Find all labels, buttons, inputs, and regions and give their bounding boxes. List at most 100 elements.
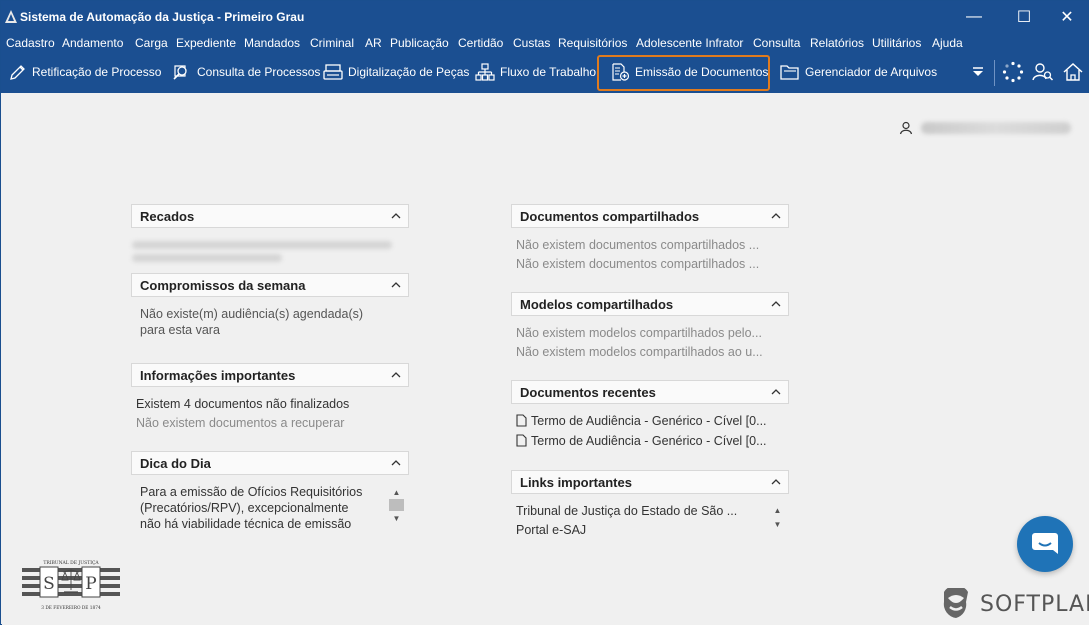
modelos-line-2: Não existem modelos compartilhados ao u.… [516, 345, 763, 359]
user-name-redacted [921, 122, 1071, 134]
recados-redacted-text [132, 241, 402, 265]
gerenciador-arquivos-label: Gerenciador de Arquivos [805, 65, 938, 79]
emissao-documentos-button[interactable]: Emissão de Documentos [610, 53, 768, 91]
recent-document-item[interactable]: Termo de Audiência - Genérico - Cível [0… [516, 434, 767, 448]
chevron-up-icon[interactable] [771, 387, 781, 397]
menu-cadastro[interactable]: Cadastro [6, 36, 55, 50]
menu-ar[interactable]: AR [365, 36, 382, 50]
folder-icon [780, 65, 799, 80]
menu-criminal[interactable]: Criminal [310, 36, 354, 50]
dica-line-3: não há viabilidade técnica de emissão [140, 517, 352, 531]
chevron-up-icon[interactable] [391, 458, 401, 468]
gerenciador-arquivos-button[interactable]: Gerenciador de Arquivos [780, 53, 937, 91]
compromissos-line-1: Não existe(m) audiência(s) agendada(s) [140, 307, 364, 321]
app-window: Sistema de Automação da Justiça - Primei… [0, 0, 1089, 625]
menu-relatorios[interactable]: Relatórios [810, 36, 864, 50]
scroll-up-icon[interactable]: ▲ [388, 485, 405, 499]
menu-adolescente-infrator[interactable]: Adolescente Infrator [636, 36, 743, 50]
menu-carga[interactable]: Carga [135, 36, 168, 50]
informacoes-recuperar-text: Não existem documentos a recuperar [136, 416, 345, 430]
scroll-up-icon[interactable]: ▲ [769, 503, 786, 517]
menu-bar: Cadastro Andamento Carga Expediente Mand… [1, 33, 1088, 53]
chevron-up-icon[interactable] [391, 370, 401, 380]
chat-icon [1032, 533, 1058, 554]
retificacao-processo-label: Retificação de Processo [32, 65, 162, 79]
workflow-icon [475, 63, 495, 81]
modelos-line-1: Não existem modelos compartilhados pelo.… [516, 326, 762, 340]
chevron-up-icon[interactable] [391, 280, 401, 290]
logo-s: S [43, 574, 55, 594]
softplan-logo-icon [943, 588, 968, 618]
user-search-button[interactable] [1032, 53, 1059, 91]
toolbar: Retificação de Processo Consulta de Proc… [1, 53, 1088, 93]
recent-document-label: Termo de Audiência - Genérico - Cível [0… [531, 414, 767, 428]
link-portal-esaj[interactable]: Portal e-SAJ [516, 523, 586, 537]
menu-expediente[interactable]: Expediente [176, 36, 236, 50]
window-title: Sistema de Automação da Justiça - Primei… [20, 10, 305, 24]
title-bar: Sistema de Automação da Justiça - Primei… [1, 1, 1088, 33]
panel-compromissos-header[interactable]: Compromissos da semana [131, 273, 409, 297]
menu-certidao[interactable]: Certidão [458, 36, 503, 50]
caret-down-icon [973, 67, 983, 76]
digitalizacao-pecas-button[interactable]: Digitalização de Peças [323, 53, 469, 91]
panel-dica-title: Dica do Dia [140, 456, 211, 471]
toolbar-separator [994, 60, 995, 86]
links-scrollbar[interactable]: ▲ ▼ [769, 503, 786, 531]
logo-bottom-text: 3 DE FEVEREIRO DE 1874 [41, 606, 101, 611]
minimize-button[interactable]: — [951, 1, 997, 33]
panel-modelos-header[interactable]: Modelos compartilhados [511, 292, 789, 316]
panel-recentes-title: Documentos recentes [520, 385, 656, 400]
panel-informacoes-header[interactable]: Informações importantes [131, 363, 409, 387]
document-add-icon [612, 63, 630, 81]
fluxo-trabalho-button[interactable]: Fluxo de Trabalho [475, 53, 596, 91]
chevron-up-icon[interactable] [771, 477, 781, 487]
recent-document-label: Termo de Audiência - Genérico - Cível [0… [531, 434, 767, 448]
dica-scrollbar[interactable]: ▲ ▼ [388, 485, 405, 525]
informacoes-nao-finalizados-link[interactable]: Existem 4 documentos não finalizados [136, 397, 349, 411]
panel-recentes-header[interactable]: Documentos recentes [511, 380, 789, 404]
app-logo-icon [5, 10, 17, 23]
scanner-icon [323, 64, 343, 80]
close-button[interactable]: ✕ [1044, 1, 1089, 33]
menu-publicacao[interactable]: Publicação [390, 36, 449, 50]
panel-dica-header[interactable]: Dica do Dia [131, 451, 409, 475]
retificacao-processo-button[interactable]: Retificação de Processo [9, 53, 161, 91]
scroll-down-icon[interactable]: ▼ [769, 517, 786, 531]
docs-compartilhados-line-1: Não existem documentos compartilhados ..… [516, 238, 760, 252]
tribunal-justica-logo: TRIBUNAL DE JUSTIÇA S P 3 DE FEVEREIRO D… [22, 560, 120, 611]
menu-andamento[interactable]: Andamento [62, 36, 123, 50]
chevron-up-icon[interactable] [771, 211, 781, 221]
menu-mandados[interactable]: Mandados [244, 36, 300, 50]
panel-informacoes-title: Informações importantes [140, 368, 296, 383]
menu-consulta[interactable]: Consulta [753, 36, 800, 50]
panel-compromissos-title: Compromissos da semana [140, 278, 306, 293]
pencil-icon [10, 65, 25, 80]
scroll-thumb[interactable] [389, 499, 404, 511]
home-content: Recados Compromissos da semana Não exist… [2, 93, 1089, 625]
panel-docs-compartilhados-header[interactable]: Documentos compartilhados [511, 204, 789, 228]
maximize-button[interactable]: ☐ [1001, 1, 1047, 33]
logged-user [899, 121, 1071, 135]
menu-requisitorios[interactable]: Requisitórios [558, 36, 627, 50]
compromissos-line-2: para esta vara [140, 323, 220, 337]
panel-links-header[interactable]: Links importantes [511, 470, 789, 494]
panel-modelos-title: Modelos compartilhados [520, 297, 674, 312]
menu-ajuda[interactable]: Ajuda [932, 36, 963, 50]
link-tribunal[interactable]: Tribunal de Justiça do Estado de São ... [516, 504, 737, 518]
menu-custas[interactable]: Custas [513, 36, 550, 50]
chevron-up-icon[interactable] [771, 299, 781, 309]
chevron-up-icon[interactable] [391, 211, 401, 221]
scroll-down-icon[interactable]: ▼ [388, 511, 405, 525]
consulta-processos-button[interactable]: Consulta de Processos [172, 53, 320, 91]
loading-indicator [1002, 53, 1029, 91]
digitalizacao-pecas-label: Digitalização de Peças [348, 65, 470, 79]
recent-document-item[interactable]: Termo de Audiência - Genérico - Cível [0… [516, 414, 767, 428]
menu-utilitarios[interactable]: Utilitários [872, 36, 921, 50]
chat-button[interactable] [1017, 516, 1073, 572]
dica-line-2: (Precatórios/RPV), excepcionalmente [140, 501, 349, 515]
panel-recados-header[interactable]: Recados [131, 204, 409, 228]
softplan-brand: SOFTPLAN [938, 588, 1089, 620]
home-button[interactable] [1062, 53, 1089, 91]
document-icon [516, 414, 527, 427]
toolbar-overflow-button[interactable] [972, 53, 989, 91]
